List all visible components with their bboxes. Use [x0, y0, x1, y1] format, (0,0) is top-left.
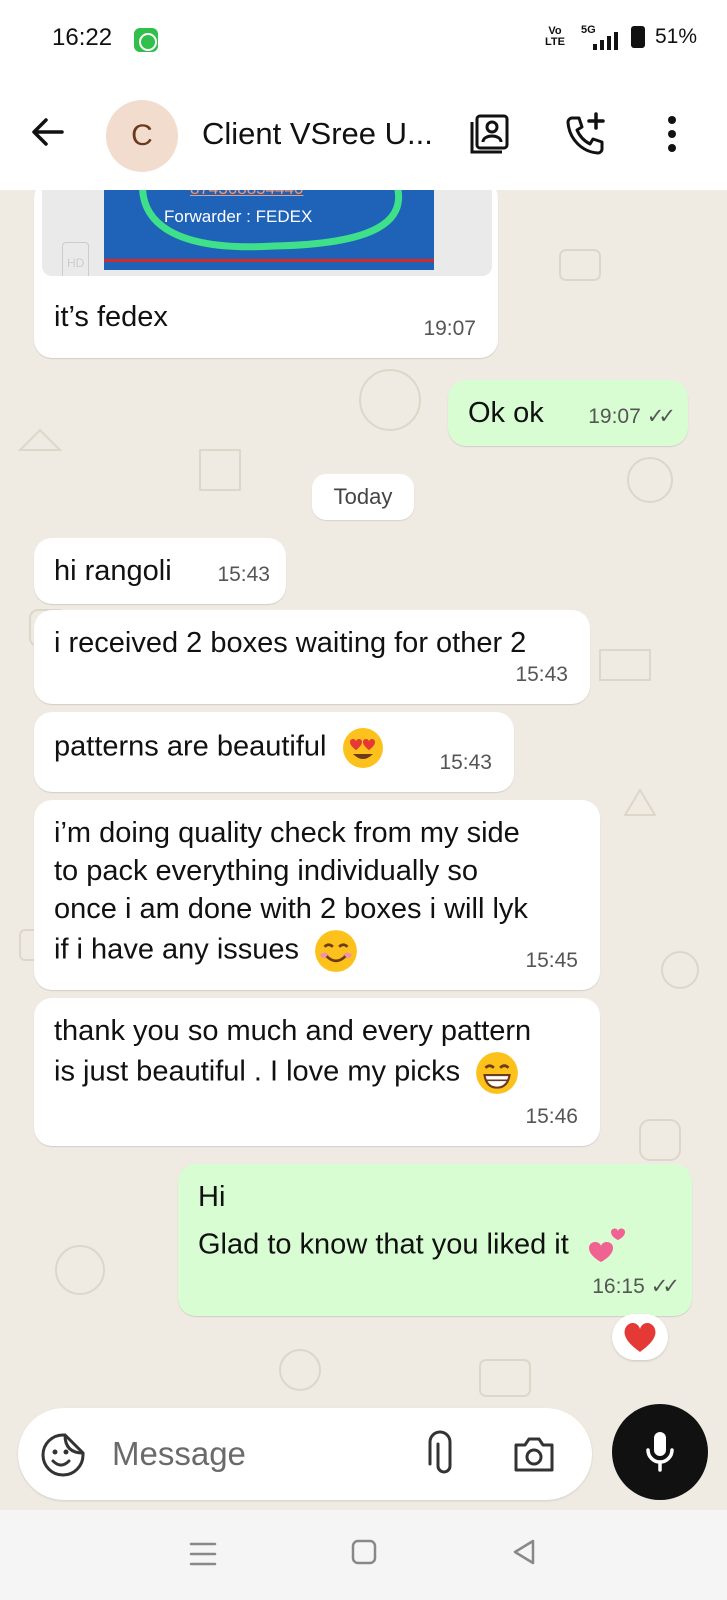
message-line: to pack everything individually so [54, 855, 478, 887]
message-composer [18, 1408, 592, 1500]
message-line: is just beautiful . I love my picks [54, 1055, 461, 1088]
message-bubble-outgoing[interactable]: Hi Glad to know that you liked it 16:15 … [178, 1164, 692, 1316]
message-line: Glad to know that you liked it [198, 1228, 569, 1261]
message-text: it’s fedex [54, 301, 168, 333]
chat-header: C Client VSree U... [0, 80, 727, 190]
status-indicators: Vo LTE 5G 51% [545, 24, 697, 50]
message-time: 15:43 [515, 663, 568, 686]
chat-area[interactable]: 874308854440 Forwarder : FEDEX HD it’s f… [0, 190, 727, 1510]
message-time: 15:46 [525, 1105, 578, 1128]
heart-eyes-emoji [342, 728, 383, 768]
message-time: 19:07 [588, 405, 641, 428]
message-time: 19:07 [423, 317, 476, 340]
message-input[interactable] [112, 1430, 412, 1478]
status-time: 16:22 [52, 24, 113, 51]
contact-name[interactable]: Client VSree U... [202, 116, 433, 152]
two-hearts-emoji [588, 1228, 625, 1262]
message-line: thank you so much and every pattern [54, 1015, 532, 1047]
message-text: hi rangoli [54, 555, 172, 587]
grinning-emoji [476, 1052, 519, 1094]
message-bubble-outgoing[interactable]: Ok ok 19:07 ✓✓ [448, 380, 688, 446]
message-text: Ok ok [468, 397, 544, 429]
red-heart-emoji [624, 1323, 656, 1352]
highlight-scribble [139, 190, 403, 251]
whatsapp-notification-icon [134, 28, 158, 52]
message-bubble-incoming[interactable]: patterns are beautiful 15:43 [34, 712, 514, 792]
contact-avatar[interactable]: C [106, 100, 178, 172]
message-line: i’m doing quality check from my side [54, 817, 520, 849]
status-bar: 16:22 Vo LTE 5G 51% [0, 0, 727, 80]
camera-icon[interactable] [512, 1432, 556, 1476]
message-text: i received 2 boxes waiting for other 2 [54, 627, 527, 659]
message-bubble-incoming[interactable]: hi rangoli 15:43 [34, 538, 286, 604]
date-separator: Today [312, 474, 414, 520]
reaction-badge[interactable] [612, 1314, 668, 1360]
sticker-emoji-icon[interactable] [40, 1432, 86, 1478]
voice-message-button[interactable] [612, 1404, 708, 1500]
contact-card-icon[interactable] [468, 110, 516, 158]
battery-percent: 51% [654, 25, 697, 48]
avatar-letter: C [131, 119, 153, 152]
message-time: 15:43 [217, 563, 270, 586]
message-bubble-incoming[interactable]: i received 2 boxes waiting for other 2 1… [34, 610, 590, 704]
message-time: 16:15 [592, 1275, 645, 1298]
message-time: 15:43 [439, 751, 492, 774]
message-bubble-incoming[interactable]: 874308854440 Forwarder : FEDEX HD it’s f… [34, 190, 498, 358]
message-bubble-incoming[interactable]: i’m doing quality check from my side to … [34, 800, 600, 990]
home-square-icon[interactable] [350, 1538, 378, 1566]
add-call-icon[interactable] [562, 110, 610, 158]
attach-paperclip-icon[interactable] [420, 1430, 460, 1478]
message-line: once i am done with 2 boxes i will lyk [54, 893, 528, 925]
volte-indicator: Vo LTE [545, 25, 565, 48]
back-triangle-icon[interactable] [510, 1538, 538, 1566]
shipment-image[interactable]: 874308854440 Forwarder : FEDEX HD [42, 190, 492, 276]
message-meta: 19:07 ✓✓ [588, 398, 676, 436]
read-receipt-icon: ✓✓ [646, 405, 676, 428]
read-receipt-icon: ✓✓ [650, 1275, 680, 1298]
hd-tag: HD [62, 242, 90, 276]
smiling-emoji [315, 930, 357, 972]
back-arrow-icon[interactable] [28, 112, 68, 152]
message-meta: 16:15 ✓✓ [592, 1268, 680, 1306]
signal-icon: 5G [575, 24, 621, 50]
recents-menu-icon[interactable] [188, 1540, 218, 1568]
message-line: Hi [198, 1181, 226, 1213]
battery-icon [630, 26, 645, 48]
system-nav-bar [0, 1510, 727, 1600]
microphone-icon [646, 1432, 674, 1472]
message-line: if i have any issues [54, 933, 300, 966]
message-time: 15:45 [525, 949, 578, 972]
message-text: patterns are beautiful [54, 730, 327, 763]
more-options-icon[interactable] [648, 110, 696, 158]
message-bubble-incoming[interactable]: thank you so much and every pattern is j… [34, 998, 600, 1146]
